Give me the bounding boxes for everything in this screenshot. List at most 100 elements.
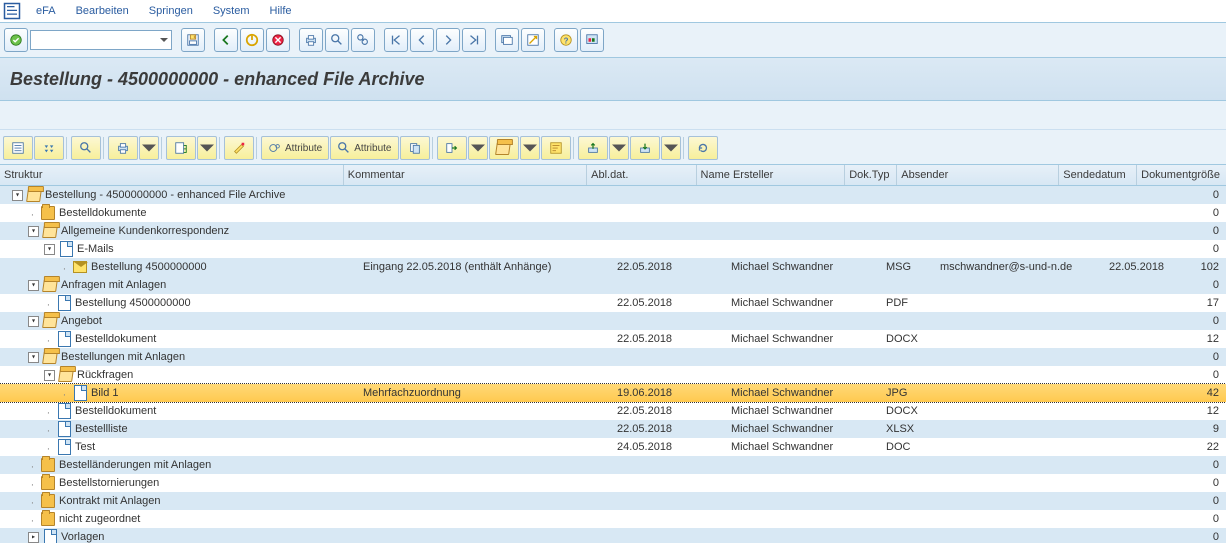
download-button[interactable] [630, 136, 660, 160]
expand-icon[interactable]: ▾ [28, 316, 39, 327]
expand-icon[interactable]: ▾ [12, 190, 23, 201]
table-row[interactable]: ▾E-Mails0 [0, 240, 1226, 258]
column-doktyp[interactable]: Dok.Typ [845, 165, 897, 185]
folder-open-icon [43, 224, 57, 238]
expand-icon[interactable]: ▾ [44, 244, 55, 255]
leaf-bullet: · [28, 479, 37, 488]
cell-type: XLSX [886, 423, 914, 435]
find-next-button[interactable] [351, 28, 375, 52]
annotate-button[interactable] [224, 136, 254, 160]
menu-bearbeiten[interactable]: Bearbeiten [66, 3, 139, 19]
table-row[interactable]: ·Test24.05.2018Michael SchwandnerDOC22 [0, 438, 1226, 456]
attribute-search-button[interactable]: Attribute [330, 136, 398, 160]
new-folder-menu-button[interactable] [520, 136, 540, 160]
cell-size: 0 [1213, 351, 1219, 363]
table-row[interactable]: ·Bestelldokument22.05.2018Michael Schwan… [0, 402, 1226, 420]
table-row[interactable]: ·Bestelländerungen mit Anlagen0 [0, 456, 1226, 474]
upload-button[interactable] [578, 136, 608, 160]
generate-shortcut-button[interactable] [521, 28, 545, 52]
export-button[interactable] [166, 136, 196, 160]
table-row[interactable]: ·nicht zugeordnet0 [0, 510, 1226, 528]
table-row[interactable]: ·Bild 1Mehrfachzuordnung19.06.2018Michae… [0, 384, 1226, 402]
table-row[interactable]: ▾Bestellung - 4500000000 - enhanced File… [0, 186, 1226, 204]
export-menu-button[interactable] [197, 136, 217, 160]
move-menu-button[interactable] [468, 136, 488, 160]
table-row[interactable]: ·Bestellstornierungen0 [0, 474, 1226, 492]
expand-icon[interactable]: ▸ [28, 532, 39, 543]
table-row[interactable]: ▾Rückfragen0 [0, 366, 1226, 384]
table-row[interactable]: ▾ Bestellungen mit Anlagen 0 [0, 348, 1226, 366]
leaf-bullet: · [44, 299, 53, 308]
next-page-button[interactable] [436, 28, 460, 52]
cell-creator: Michael Schwandner [731, 333, 833, 345]
table-row[interactable]: ▸Vorlagen0 [0, 528, 1226, 543]
folder-open-icon [43, 278, 57, 292]
column-sendedatum[interactable]: Sendedatum [1059, 165, 1137, 185]
table-row[interactable]: ·Bestellung 450000000022.05.2018Michael … [0, 294, 1226, 312]
dropdown-icon[interactable] [160, 36, 168, 44]
tree-table: Struktur Kommentar Abl.dat. Name Erstell… [0, 165, 1226, 543]
table-row[interactable]: ·Bestellung 4500000000Eingang 22.05.2018… [0, 258, 1226, 276]
first-page-button[interactable] [384, 28, 408, 52]
row-label: Bestellliste [75, 423, 128, 435]
expand-icon[interactable]: ▾ [28, 280, 39, 291]
column-kommentar[interactable]: Kommentar [344, 165, 587, 185]
expand-icon[interactable]: ▾ [28, 226, 39, 237]
cancel-button[interactable] [266, 28, 290, 52]
save-button[interactable] [181, 28, 205, 52]
customize-layout-button[interactable] [580, 28, 604, 52]
column-dokgroesse[interactable]: Dokumentgröße [1137, 165, 1226, 185]
print-button[interactable] [299, 28, 323, 52]
download-menu-button[interactable] [661, 136, 681, 160]
enter-button[interactable] [4, 28, 28, 52]
column-abldat[interactable]: Abl.dat. [587, 165, 696, 185]
table-row[interactable]: ·Kontrakt mit Anlagen0 [0, 492, 1226, 510]
table-row[interactable]: ▾Allgemeine Kundenkorrespondenz0 [0, 222, 1226, 240]
refresh-button[interactable] [688, 136, 718, 160]
document-icon [57, 296, 71, 310]
prev-page-button[interactable] [410, 28, 434, 52]
expand-icon[interactable]: ▾ [28, 352, 39, 363]
row-label: Rückfragen [77, 369, 133, 381]
table-row[interactable]: ·Bestelldokument22.05.2018Michael Schwan… [0, 330, 1226, 348]
exit-button[interactable] [240, 28, 264, 52]
menu-system[interactable]: System [203, 3, 260, 19]
table-row[interactable]: ·Bestellliste22.05.2018Michael Schwandne… [0, 420, 1226, 438]
expand-all-button[interactable] [34, 136, 64, 160]
row-label: nicht zugeordnet [59, 513, 140, 525]
table-row[interactable]: ▾Angebot0 [0, 312, 1226, 330]
attribute-display-button[interactable]: Attribute [261, 136, 329, 160]
menu-efa[interactable]: eFA [26, 3, 66, 19]
expand-icon[interactable]: ▾ [44, 370, 55, 381]
menu-springen[interactable]: Springen [139, 3, 203, 19]
menu-hilfe[interactable]: Hilfe [260, 3, 302, 19]
leaf-bullet: · [44, 335, 53, 344]
column-absender[interactable]: Absender [897, 165, 1059, 185]
print-tree-button[interactable] [108, 136, 138, 160]
command-field[interactable] [30, 30, 172, 50]
find-tree-button[interactable] [71, 136, 101, 160]
last-page-button[interactable] [462, 28, 486, 52]
print-menu-button[interactable] [139, 136, 159, 160]
move-button[interactable] [437, 136, 467, 160]
row-label: Bestellung 4500000000 [75, 297, 191, 309]
table-row[interactable]: ·Bestelldokumente0 [0, 204, 1226, 222]
filter-button[interactable] [541, 136, 571, 160]
new-session-button[interactable] [495, 28, 519, 52]
row-label: Bestellungen mit Anlagen [61, 351, 185, 363]
find-button[interactable] [325, 28, 349, 52]
back-button[interactable] [214, 28, 238, 52]
cell-size: 0 [1213, 225, 1219, 237]
copy-button[interactable] [400, 136, 430, 160]
upload-menu-button[interactable] [609, 136, 629, 160]
new-folder-button[interactable] [489, 136, 519, 160]
table-row[interactable]: ▾Anfragen mit Anlagen0 [0, 276, 1226, 294]
svg-text:?: ? [564, 37, 569, 46]
help-button[interactable]: ? [554, 28, 578, 52]
column-struktur[interactable]: Struktur [0, 165, 344, 185]
app-icon[interactable] [2, 2, 22, 20]
details-button[interactable] [3, 136, 33, 160]
column-ersteller[interactable]: Name Ersteller [697, 165, 846, 185]
leaf-bullet: · [28, 209, 37, 218]
cell-size: 0 [1213, 315, 1219, 327]
